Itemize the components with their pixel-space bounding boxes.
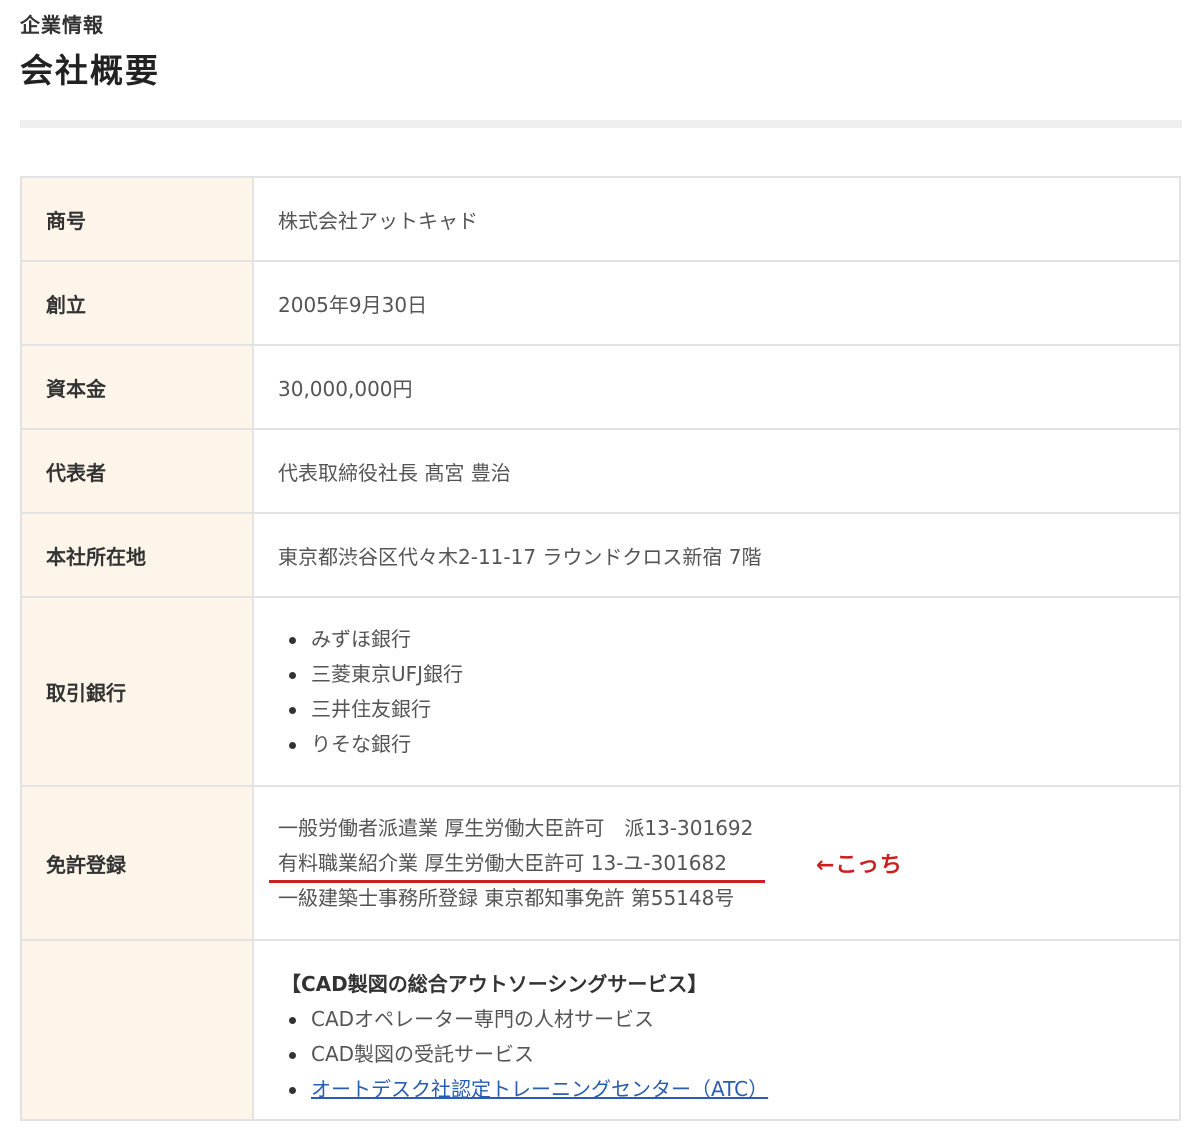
license-line-text: 有料職業紹介業 厚生労働大臣許可 13-ユ-301682 [278,850,727,875]
section-category: 企業情報 [20,13,104,37]
list-item: 三井住友銀行 [278,692,1179,727]
service-heading: 【CAD製図の総合アウトソーシングサービス】 [281,972,708,996]
table-row-founded: 創立 2005年9月30日 [20,260,1181,346]
license-line: 一級建築士事務所登録 東京都知事免許 第55148号 [278,885,735,910]
row-value: 株式会社アットキャド [252,176,1181,262]
list-item: りそな銀行 [278,727,1179,762]
red-underline [269,879,765,883]
row-label: 商号 [20,176,254,262]
service-block: 【CAD製図の総合アウトソーシングサービス】 CADオペレーター専門の人材サービ… [278,941,1179,1107]
row-label: 資本金 [20,344,254,430]
row-value: 2005年9月30日 [252,260,1181,346]
row-label: 免許登録 [20,785,254,941]
company-profile-page: 企業情報 会社概要 商号 株式会社アットキャド 創立 2005年9月30日 資本… [0,0,1200,1130]
row-value: 30,000,000円 [252,344,1181,430]
service-list: CADオペレーター専門の人材サービス CAD製図の受託サービス オートデスク社認… [278,1002,1179,1107]
list-item: みずほ銀行 [278,622,1179,657]
atc-link[interactable]: オートデスク社認定トレーニングセンター（ATC） [311,1077,768,1101]
row-value: みずほ銀行 三菱東京UFJ銀行 三井住友銀行 りそな銀行 [252,596,1181,787]
table-row-service: 【CAD製図の総合アウトソーシングサービス】 CADオペレーター専門の人材サービ… [20,939,1181,1121]
row-value: 一般労働者派遣業 厚生労働大臣許可 派13-301692 有料職業紹介業 厚生労… [252,785,1181,941]
row-label: 本社所在地 [20,512,254,598]
list-item: CADオペレーター専門の人材サービス [278,1002,1179,1037]
list-item-link: オートデスク社認定トレーニングセンター（ATC） [278,1072,1179,1107]
list-item: CAD製図の受託サービス [278,1037,1179,1072]
row-label: 取引銀行 [20,596,254,787]
table-row-representative: 代表者 代表取締役社長 髙宮 豊治 [20,428,1181,514]
table-row-address: 本社所在地 東京都渋谷区代々木2-11-17 ラウンドクロス新宿 7階 [20,512,1181,598]
header-divider [20,120,1182,128]
row-label: 創立 [20,260,254,346]
row-value: 代表取締役社長 髙宮 豊治 [252,428,1181,514]
highlighted-text: 有料職業紹介業 厚生労働大臣許可 13-ユ-301682 [269,846,765,883]
row-value: 【CAD製図の総合アウトソーシングサービス】 CADオペレーター専門の人材サービ… [252,939,1181,1121]
list-item: 三菱東京UFJ銀行 [278,657,1179,692]
bank-list: みずほ銀行 三菱東京UFJ銀行 三井住友銀行 りそな銀行 [278,622,1179,762]
table-row-capital: 資本金 30,000,000円 [20,344,1181,430]
table-row-company-name: 商号 株式会社アットキャド [20,176,1181,262]
table-row-license: 免許登録 一般労働者派遣業 厚生労働大臣許可 派13-301692 有料職業紹介… [20,785,1181,941]
row-value: 東京都渋谷区代々木2-11-17 ラウンドクロス新宿 7階 [252,512,1181,598]
page-title: 会社概要 [20,51,160,90]
license-list: 一般労働者派遣業 厚生労働大臣許可 派13-301692 有料職業紹介業 厚生労… [269,811,1179,916]
company-info-table: 商号 株式会社アットキャド 創立 2005年9月30日 資本金 30,000,0… [20,176,1181,1121]
license-line-highlighted: 有料職業紹介業 厚生労働大臣許可 13-ユ-301682 [269,846,1179,883]
row-label [20,939,254,1121]
arrow-annotation: ←こっち [816,852,903,878]
table-row-banks: 取引銀行 みずほ銀行 三菱東京UFJ銀行 三井住友銀行 りそな銀行 [20,596,1181,787]
row-label: 代表者 [20,428,254,514]
license-line: 一般労働者派遣業 厚生労働大臣許可 派13-301692 [278,815,754,840]
